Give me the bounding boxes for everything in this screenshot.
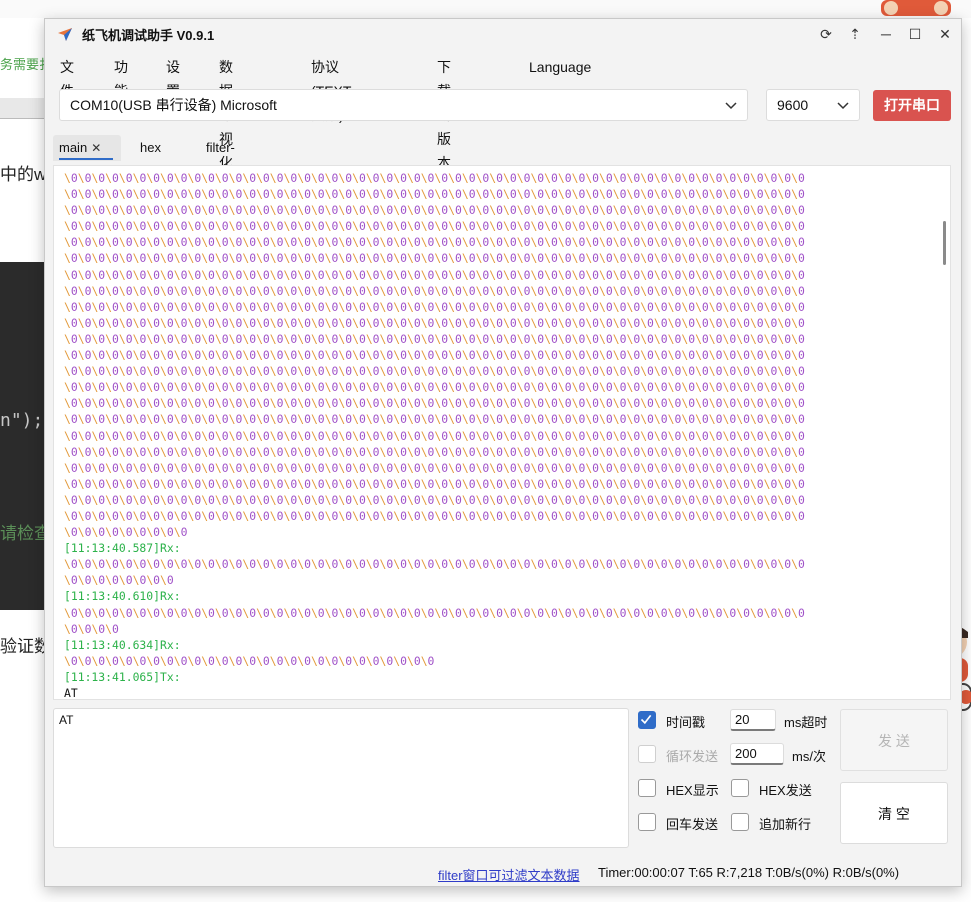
rx-data-line: \0\0\0\0\0\0\0\0\0\0\0\0\0\0\0\0\0\0\0\0… bbox=[64, 444, 805, 459]
rx-data-line: \0\0\0\0\0\0\0\0 bbox=[64, 573, 174, 588]
log-timestamp: [11:13:40.634]Rx: bbox=[64, 637, 181, 652]
hex-send-checkbox[interactable] bbox=[731, 779, 749, 797]
cr-send-label: 回车发送 bbox=[666, 817, 719, 832]
tab-filter-01[interactable]: filter-01✕ bbox=[200, 135, 241, 181]
maximize-button[interactable]: ☐ bbox=[904, 23, 926, 45]
hex-send-label: HEX发送 bbox=[759, 783, 812, 798]
menu-language[interactable]: Language bbox=[529, 55, 591, 79]
hex-display-checkbox[interactable] bbox=[638, 779, 656, 797]
rx-data-line: \0\0\0\0\0\0\0\0\0\0\0\0\0\0\0\0\0\0\0\0… bbox=[64, 251, 805, 266]
baud-select[interactable]: 9600 bbox=[766, 89, 860, 121]
background-editor-top bbox=[0, 0, 971, 18]
rx-data-line: \0\0\0\0\0\0\0\0\0\0\0\0\0\0\0\0\0\0\0\0… bbox=[64, 508, 805, 523]
rx-data-line: \0\0\0\0\0\0\0\0\0\0\0\0\0\0\0\0\0\0\0\0… bbox=[64, 428, 805, 443]
clear-button[interactable]: 清 空 bbox=[840, 782, 948, 844]
log-timestamp: [11:13:41.065]Tx: bbox=[64, 669, 181, 684]
receive-output[interactable]: \0\0\0\0\0\0\0\0\0\0\0\0\0\0\0\0\0\0\0\0… bbox=[53, 165, 951, 700]
port-select[interactable]: COM10(USB 串行设备) Microsoft bbox=[59, 89, 748, 121]
rx-data-line: \0\0\0\0\0\0\0\0\0\0\0\0\0\0\0\0\0\0\0\0… bbox=[64, 348, 805, 363]
rx-data-line: \0\0\0\0\0\0\0\0\0\0\0\0\0\0\0\0\0\0\0\0… bbox=[64, 396, 805, 411]
tx-data-line: AT bbox=[64, 686, 78, 700]
loop-send-checkbox[interactable] bbox=[638, 745, 656, 763]
filter-hint-link[interactable]: filter窗口可过滤文本数据 bbox=[438, 865, 580, 884]
scrollbar[interactable] bbox=[943, 221, 946, 265]
rx-data-line: \0\0\0\0\0\0\0\0\0\0\0\0\0\0\0\0\0\0\0\0… bbox=[64, 364, 805, 379]
chevron-down-icon bbox=[725, 102, 737, 110]
loop-interval-unit: ms/次 bbox=[792, 749, 826, 764]
background-text: 中的w bbox=[0, 165, 47, 184]
rx-data-line: \0\0\0\0\0\0\0\0\0\0\0\0\0\0\0\0\0\0\0\0… bbox=[64, 476, 805, 491]
rx-data-line: \0\0\0\0\0\0\0\0\0\0\0\0\0\0\0\0\0\0\0\0… bbox=[64, 267, 805, 282]
active-tab-indicator bbox=[59, 158, 113, 160]
paper-plane-icon bbox=[58, 28, 72, 41]
check-icon bbox=[640, 714, 652, 725]
append-newline-checkbox[interactable] bbox=[731, 813, 749, 831]
rx-data-line: \0\0\0\0\0\0\0\0\0\0\0\0\0\0\0\0\0\0\0\0… bbox=[64, 460, 805, 475]
tab-hex[interactable]: hex✕ bbox=[134, 135, 167, 181]
loop-interval-input[interactable]: 200 bbox=[730, 743, 784, 765]
send-input[interactable]: AT bbox=[53, 708, 629, 848]
rx-data-line: \0\0\0\0\0\0\0\0\0\0\0\0\0\0\0\0\0\0\0\0… bbox=[64, 235, 805, 250]
background-code-text: n"); bbox=[0, 410, 44, 431]
title-bar: 纸飞机调试助手 V0.9.1 ⟳ ⇡ ─ ☐ ✕ bbox=[45, 19, 961, 49]
status-info: Timer:00:00:07 T:65 R:7,218 T:0B/s(0%) R… bbox=[598, 865, 900, 880]
tab-label: hex bbox=[140, 140, 161, 155]
loop-send-label: 循环发送 bbox=[666, 749, 719, 764]
rx-data-line: \0\0\0\0\0\0\0\0\0\0\0\0\0\0\0\0\0\0\0\0… bbox=[64, 653, 435, 668]
rx-data-line: \0\0\0\0\0\0\0\0\0\0\0\0\0\0\0\0\0\0\0\0… bbox=[64, 380, 805, 395]
pin-top-icon[interactable]: ⇡ bbox=[844, 23, 866, 45]
port-select-value: COM10(USB 串行设备) Microsoft bbox=[70, 97, 277, 113]
rx-data-line: \0\0\0\0\0\0\0\0\0\0\0\0\0\0\0\0\0\0\0\0… bbox=[64, 171, 805, 185]
baud-select-value: 9600 bbox=[777, 97, 809, 113]
append-newline-label: 追加新行 bbox=[759, 817, 812, 832]
rx-data-line: \0\0\0\0\0\0\0\0\0\0\0\0\0\0\0\0\0\0\0\0… bbox=[64, 412, 805, 427]
timeout-unit: ms超时 bbox=[784, 715, 828, 730]
rx-data-line: \0\0\0\0\0\0\0\0\0 bbox=[64, 525, 188, 540]
timestamp-checkbox[interactable] bbox=[638, 711, 656, 729]
status-bar: filter窗口可过滤文本数据 Timer:00:00:07 T:65 R:7,… bbox=[45, 859, 961, 885]
timeout-input[interactable]: 20 bbox=[730, 709, 776, 731]
rx-data-line: \0\0\0\0\0\0\0\0\0\0\0\0\0\0\0\0\0\0\0\0… bbox=[64, 331, 805, 346]
app-window: 纸飞机调试助手 V0.9.1 ⟳ ⇡ ─ ☐ ✕ 文件 功能 设置 数据可视化 … bbox=[44, 18, 962, 887]
tab-label: main bbox=[59, 140, 88, 155]
mascot-icon bbox=[881, 0, 951, 16]
rx-data-line: \0\0\0\0\0\0\0\0\0\0\0\0\0\0\0\0\0\0\0\0… bbox=[64, 299, 805, 314]
rx-data-line: \0\0\0\0\0\0\0\0\0\0\0\0\0\0\0\0\0\0\0\0… bbox=[64, 315, 805, 330]
rx-data-line: \0\0\0\0\0\0\0\0\0\0\0\0\0\0\0\0\0\0\0\0… bbox=[64, 219, 805, 234]
open-port-button[interactable]: 打开串口 bbox=[873, 90, 951, 121]
rx-data-line: \0\0\0\0\0\0\0\0\0\0\0\0\0\0\0\0\0\0\0\0… bbox=[64, 187, 805, 202]
log-timestamp: [11:13:40.587]Rx: bbox=[64, 541, 181, 556]
rx-data-line: \0\0\0\0\0\0\0\0\0\0\0\0\0\0\0\0\0\0\0\0… bbox=[64, 283, 805, 298]
rx-data-line: \0\0\0\0\0\0\0\0\0\0\0\0\0\0\0\0\0\0\0\0… bbox=[64, 557, 805, 572]
rx-data-line: \0\0\0\0 bbox=[64, 621, 119, 636]
app-title: 纸飞机调试助手 V0.9.1 bbox=[82, 28, 215, 43]
output-lines: \0\0\0\0\0\0\0\0\0\0\0\0\0\0\0\0\0\0\0\0… bbox=[64, 170, 934, 700]
rx-data-line: \0\0\0\0\0\0\0\0\0\0\0\0\0\0\0\0\0\0\0\0… bbox=[64, 203, 805, 218]
close-button[interactable]: ✕ bbox=[934, 23, 956, 45]
send-input-text: AT bbox=[59, 713, 74, 727]
refresh-icon[interactable]: ⟳ bbox=[815, 23, 837, 45]
rx-data-line: \0\0\0\0\0\0\0\0\0\0\0\0\0\0\0\0\0\0\0\0… bbox=[64, 492, 805, 507]
send-button[interactable]: 发 送 bbox=[840, 709, 948, 771]
cr-send-checkbox[interactable] bbox=[638, 813, 656, 831]
chevron-down-icon bbox=[837, 102, 849, 110]
minimize-button[interactable]: ─ bbox=[875, 23, 897, 45]
log-timestamp: [11:13:40.610]Rx: bbox=[64, 589, 181, 604]
timestamp-label: 时间戳 bbox=[666, 715, 706, 730]
rx-data-line: \0\0\0\0\0\0\0\0\0\0\0\0\0\0\0\0\0\0\0\0… bbox=[64, 605, 805, 620]
hex-display-label: HEX显示 bbox=[666, 783, 719, 798]
